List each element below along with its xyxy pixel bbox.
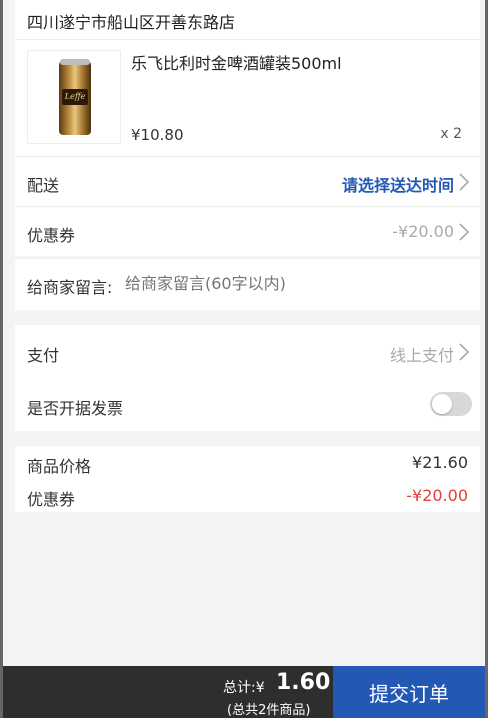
total-label: 总计:¥ xyxy=(223,680,265,696)
note-label: 给商家留言: xyxy=(27,278,113,297)
payment-section: 支付 线上支付 是否开据发票 xyxy=(15,325,480,431)
invoice-label: 是否开据发票 xyxy=(27,399,124,418)
submit-order-button[interactable]: 提交订单 xyxy=(333,666,485,718)
chevron-right-icon xyxy=(459,223,470,241)
toggle-knob xyxy=(432,394,452,414)
store-name: 四川遂宁市船山区开善东路店 xyxy=(27,13,236,32)
can-logo: Leffe xyxy=(62,89,88,105)
summary-coupon-label: 优惠券 xyxy=(27,490,76,509)
product-name: 乐飞比利时金啤酒罐装500ml xyxy=(131,54,342,73)
goods-price-value: ¥21.60 xyxy=(412,453,468,472)
store-header: 四川遂宁市船山区开善东路店 xyxy=(15,0,480,40)
invoice-toggle[interactable] xyxy=(430,392,472,416)
coupon-value: -¥20.00 xyxy=(392,222,454,241)
merchant-note-row: 给商家留言: xyxy=(15,258,480,310)
coupon-label: 优惠券 xyxy=(27,226,76,245)
checkout-bar: 总计:¥ 1.60 (总共2件商品) 提交订单 xyxy=(3,666,485,718)
product-item[interactable]: Leffe 乐飞比利时金啤酒罐装500ml ¥10.80 x 2 xyxy=(15,40,480,156)
payment-method: 线上支付 xyxy=(389,346,454,365)
delivery-time-select[interactable]: 请选择送达时间 xyxy=(342,172,454,196)
product-quantity: x 2 xyxy=(440,126,462,142)
chevron-right-icon xyxy=(459,173,470,191)
merchant-note-input[interactable] xyxy=(125,274,455,293)
delivery-row[interactable]: 配送 请选择送达时间 xyxy=(15,156,480,206)
delivery-label: 配送 xyxy=(27,176,60,195)
coupon-row[interactable]: 优惠券 -¥20.00 xyxy=(15,206,480,256)
can-lid xyxy=(60,59,90,65)
payment-label: 支付 xyxy=(27,346,60,365)
invoice-row: 是否开据发票 xyxy=(15,378,480,431)
total-amount: 1.60 xyxy=(276,670,331,695)
product-image: Leffe xyxy=(27,50,121,144)
item-count: (总共2件商品) xyxy=(227,703,311,718)
chevron-right-icon xyxy=(459,343,470,361)
summary-coupon-value: -¥20.00 xyxy=(406,486,468,505)
price-summary: 商品价格 ¥21.60 优惠券 -¥20.00 xyxy=(15,446,480,512)
product-price: ¥10.80 xyxy=(131,126,184,144)
beer-can-icon: Leffe xyxy=(59,59,91,135)
goods-price-label: 商品价格 xyxy=(27,457,92,476)
payment-row[interactable]: 支付 线上支付 xyxy=(15,325,480,378)
page-frame: 四川遂宁市船山区开善东路店 Leffe 乐飞比利时金啤酒罐装500ml ¥10.… xyxy=(0,0,488,718)
